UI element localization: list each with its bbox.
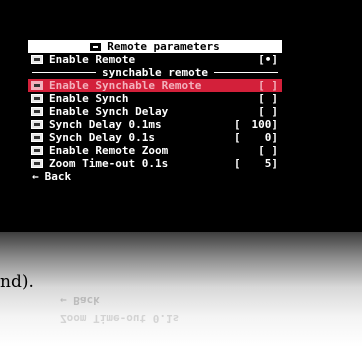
checkbox-value: [ ] bbox=[258, 105, 278, 118]
menu-item-label: Enable Synch bbox=[49, 92, 129, 105]
setting-icon bbox=[31, 94, 43, 103]
menu-item-label: Zoom Time-out 0.1s bbox=[49, 157, 169, 170]
menu-title: Remote parameters bbox=[107, 40, 220, 53]
camera-screen: Remote parameters Enable Remote [•] sync… bbox=[0, 0, 362, 232]
reflection-ghost-text: Zoom Time-out 0.1s bbox=[60, 312, 180, 325]
menu-item-label: Synch Delay 0.1ms bbox=[49, 118, 162, 131]
setting-icon bbox=[31, 107, 43, 116]
menu-title-icon bbox=[90, 42, 102, 51]
menu-item-label: Enable Remote bbox=[49, 53, 136, 66]
numeric-value: 5] bbox=[264, 157, 278, 170]
menu-item-enable-remote-zoom[interactable]: Enable Remote Zoom [ ] bbox=[28, 144, 282, 157]
menu-item-label: Enable Synch Delay bbox=[49, 105, 169, 118]
separator-line-left bbox=[32, 72, 97, 73]
section-separator: synchable remote bbox=[28, 66, 282, 79]
menu-item-enable-remote[interactable]: Enable Remote [•] bbox=[28, 53, 282, 66]
back-label: Back bbox=[44, 170, 72, 183]
menu-item-label: Enable Remote Zoom bbox=[49, 144, 169, 157]
back-button[interactable]: ← Back bbox=[28, 170, 282, 183]
numeric-value: 100] bbox=[251, 118, 279, 131]
menu-item-enable-synchable-remote[interactable]: Enable Synchable Remote [ ] bbox=[28, 79, 282, 92]
setting-icon bbox=[31, 133, 43, 142]
menu-item-zoom-timeout[interactable]: Zoom Time-out 0.1s [ 5] bbox=[28, 157, 282, 170]
reflection-ghost-text: ← Back bbox=[60, 294, 100, 307]
section-label: synchable remote bbox=[102, 66, 208, 79]
numeric-value: 0] bbox=[264, 131, 278, 144]
setting-icon bbox=[31, 81, 43, 90]
checkbox-value: [ ] bbox=[258, 144, 278, 157]
screen-reflection: ← Back Zoom Time-out 0.1s bbox=[0, 232, 362, 347]
menu-item-synch-delay-s[interactable]: Synch Delay 0.1s [ 0] bbox=[28, 131, 282, 144]
setting-icon bbox=[31, 146, 43, 155]
checkbox-value: [ ] bbox=[258, 92, 278, 105]
separator-line-right bbox=[213, 72, 278, 73]
checkbox-value: [•] bbox=[258, 53, 278, 66]
checkbox-value: [ ] bbox=[258, 79, 278, 92]
menu-item-label: Enable Synchable Remote bbox=[49, 79, 202, 92]
back-arrow-icon: ← bbox=[32, 170, 39, 183]
value-bracket: [ bbox=[234, 157, 241, 170]
menu-item-enable-synch-delay[interactable]: Enable Synch Delay [ ] bbox=[28, 105, 282, 118]
menu-item-enable-synch[interactable]: Enable Synch [ ] bbox=[28, 92, 282, 105]
list-icon bbox=[31, 159, 43, 168]
menu-item-synch-delay-ms[interactable]: Synch Delay 0.1ms [ 100] bbox=[28, 118, 282, 131]
setting-icon bbox=[31, 120, 43, 129]
remote-parameters-menu: Remote parameters Enable Remote [•] sync… bbox=[28, 40, 282, 183]
value-bracket: [ bbox=[234, 118, 241, 131]
value-bracket: [ bbox=[234, 131, 241, 144]
setting-icon bbox=[31, 55, 43, 64]
menu-item-label: Synch Delay 0.1s bbox=[49, 131, 155, 144]
menu-title-bar: Remote parameters bbox=[28, 40, 282, 53]
caption-text: nd). bbox=[0, 272, 34, 292]
